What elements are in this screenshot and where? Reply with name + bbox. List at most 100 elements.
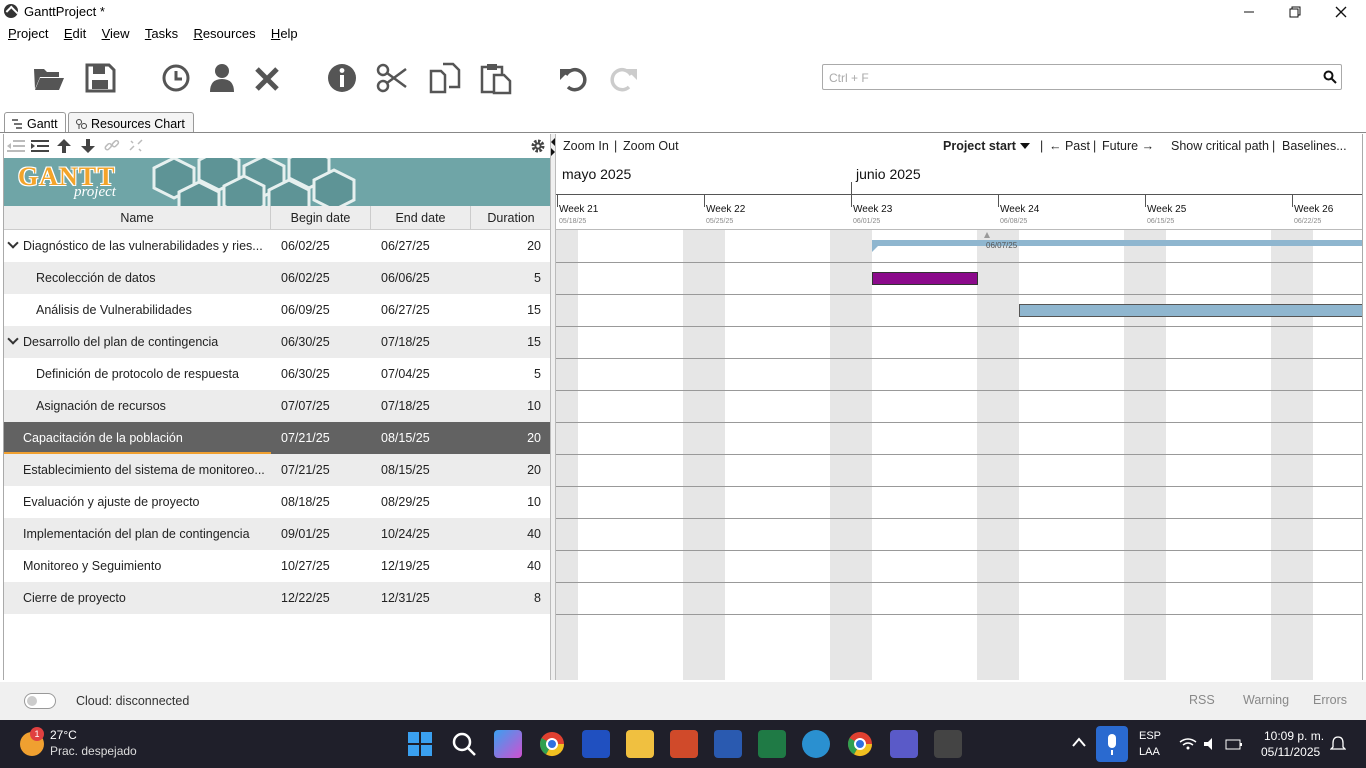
cloud-toggle[interactable] [24, 693, 56, 709]
today-marker-icon [984, 232, 990, 238]
task-row-selected[interactable]: Capacitación de la población 07/21/25 08… [4, 422, 551, 454]
project-start-dropdown[interactable]: Project start [943, 139, 1016, 153]
column-header-end-date[interactable]: End date [371, 206, 471, 230]
delete-x-icon [255, 67, 279, 91]
task-row[interactable]: Asignación de recursos 07/07/25 07/18/25… [4, 390, 551, 422]
move-down-button[interactable] [78, 137, 98, 155]
move-up-button[interactable] [54, 137, 74, 155]
notifications-button[interactable] [1329, 736, 1347, 755]
system-tray[interactable] [1178, 736, 1248, 752]
save-button[interactable] [82, 60, 118, 96]
paste-button[interactable] [478, 60, 514, 96]
column-header-begin-date[interactable]: Begin date [271, 206, 371, 230]
task-row[interactable]: Implementación del plan de contingencia … [4, 518, 551, 550]
windows-logo-icon [408, 732, 432, 756]
chevron-down-icon[interactable] [1020, 143, 1030, 149]
close-window-button[interactable] [1318, 0, 1364, 24]
chrome-app-icon[interactable] [538, 730, 566, 758]
task-row[interactable]: Recolección de datos 06/02/25 06/06/25 5 [4, 262, 551, 294]
chevron-down-icon[interactable] [7, 237, 19, 249]
zoom-out-button[interactable]: Zoom Out [623, 139, 679, 153]
resources-tab-icon [76, 119, 87, 129]
word-app-icon[interactable] [714, 730, 742, 758]
chevron-up-icon [1072, 737, 1086, 747]
weekend-column [683, 230, 725, 680]
week-tick [998, 195, 999, 207]
minimize-button[interactable] [1226, 0, 1272, 24]
menu-edit[interactable]: Edit [64, 26, 86, 41]
resource-button[interactable] [204, 60, 240, 96]
link-button[interactable] [102, 137, 122, 155]
menu-resources[interactable]: Resources [193, 26, 255, 41]
past-button[interactable]: ← Past [1049, 139, 1090, 153]
week-tick [851, 195, 852, 207]
teams-app-icon[interactable] [890, 730, 918, 758]
future-button[interactable]: Future → [1102, 139, 1154, 153]
unindent-button[interactable] [6, 137, 26, 155]
task-bar-analisis[interactable] [1019, 304, 1362, 317]
task-name: Establecimiento del sistema de monitoreo… [23, 463, 265, 477]
search-icon[interactable] [1323, 70, 1337, 84]
delete-button[interactable] [249, 60, 285, 96]
start-button[interactable] [406, 730, 434, 758]
errors-link[interactable]: Errors [1313, 693, 1347, 707]
microphone-button[interactable] [1096, 726, 1128, 762]
tab-resources-chart[interactable]: Resources Chart [68, 112, 194, 133]
warning-link[interactable]: Warning [1243, 693, 1289, 707]
separator: | [1040, 139, 1044, 153]
task-row[interactable]: Cierre de proyecto 12/22/25 12/31/25 8 [4, 582, 551, 614]
tab-gantt[interactable]: Gantt [4, 112, 66, 133]
redo-button[interactable] [605, 60, 641, 96]
column-header-duration[interactable]: Duration [471, 206, 551, 230]
separator: | [1272, 139, 1276, 153]
file-explorer-app-icon[interactable] [626, 730, 654, 758]
open-project-button[interactable] [30, 60, 66, 96]
task-row[interactable]: Monitoreo y Seguimiento 10/27/25 12/19/2… [4, 550, 551, 582]
menu-view[interactable]: View [102, 26, 130, 41]
taskbar-search-button[interactable] [450, 730, 478, 758]
maximize-button[interactable] [1272, 0, 1318, 24]
properties-button[interactable] [324, 60, 360, 96]
excel-app-icon[interactable] [758, 730, 786, 758]
indent-icon [31, 140, 49, 152]
summary-task-bar[interactable] [872, 240, 1362, 246]
zoom-in-button[interactable]: Zoom In [563, 139, 609, 153]
column-header-name[interactable]: Name [4, 206, 271, 230]
menu-tasks[interactable]: Tasks [145, 26, 178, 41]
webex-app-icon[interactable] [582, 730, 610, 758]
undo-button[interactable] [556, 60, 592, 96]
menu-project[interactable]: Project [8, 26, 48, 41]
task-duration: 15 [527, 303, 541, 317]
language-indicator[interactable]: ESP [1139, 730, 1161, 742]
tree-settings-button[interactable] [528, 137, 548, 155]
task-row[interactable]: Definición de protocolo de respuesta 06/… [4, 358, 551, 390]
notification-badge: 1 [30, 727, 44, 741]
copy-button[interactable] [427, 60, 463, 96]
restore-icon [1289, 6, 1301, 18]
indent-button[interactable] [30, 137, 50, 155]
powerpoint-app-icon[interactable] [670, 730, 698, 758]
show-critical-path-button[interactable]: Show critical path [1171, 139, 1269, 153]
task-row[interactable]: Establecimiento del sistema de monitoreo… [4, 454, 551, 486]
canva-app-icon[interactable] [802, 730, 830, 758]
chrome-profile-app-icon[interactable] [846, 730, 874, 758]
chevron-down-icon[interactable] [7, 333, 19, 345]
undo-icon [560, 67, 587, 92]
show-hidden-icons-button[interactable] [1072, 736, 1086, 750]
task-row[interactable]: Desarrollo del plan de contingencia 06/3… [4, 326, 551, 358]
menu-help[interactable]: Help [271, 26, 298, 41]
clock-date[interactable]: 05/11/2025 [1261, 745, 1320, 759]
task-bar-recoleccion[interactable] [872, 272, 978, 285]
copilot-app-icon[interactable] [494, 730, 522, 758]
task-row[interactable]: Diagnóstico de las vulnerabilidades y ri… [4, 230, 551, 262]
task-row[interactable]: Análisis de Vulnerabilidades 06/09/25 06… [4, 294, 551, 326]
search-input[interactable] [829, 69, 1309, 87]
baselines-button[interactable]: Baselines... [1282, 139, 1347, 153]
clock-time[interactable]: 10:09 p. m. [1264, 729, 1324, 743]
recent-button[interactable] [158, 60, 194, 96]
rss-link[interactable]: RSS [1189, 693, 1215, 707]
ganttproject-taskbar-icon[interactable] [934, 730, 962, 758]
unlink-button[interactable] [126, 137, 146, 155]
task-row[interactable]: Evaluación y ajuste de proyecto 08/18/25… [4, 486, 551, 518]
cut-button[interactable] [374, 60, 410, 96]
